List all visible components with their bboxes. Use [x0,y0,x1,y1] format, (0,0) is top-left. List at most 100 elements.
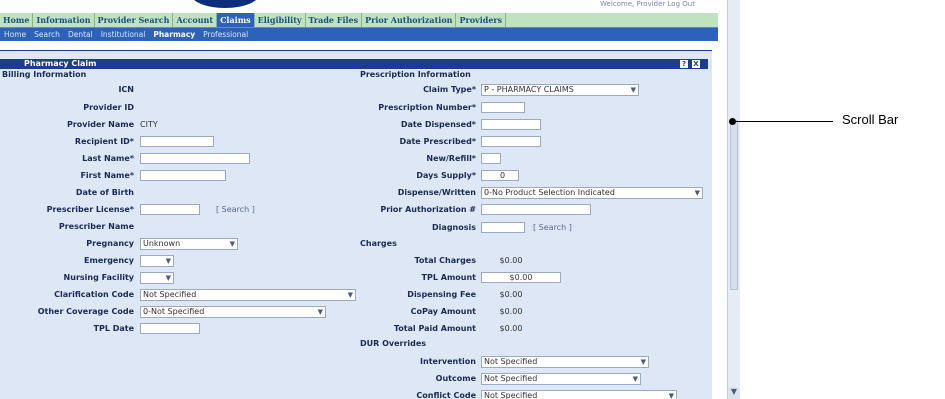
chevron-down-icon: ▼ [165,274,171,282]
diagnosis-label: Diagnosis [432,223,476,232]
dispense-written-value: 0-No Product Selection Indicated [484,188,615,197]
other-coverage-code-select[interactable]: 0-Not Specified ▼ [140,306,326,318]
tpl-date-input[interactable] [140,323,200,334]
total-charges-label: Total Charges [414,256,476,265]
claim-type-value: P - PHARMACY CLAIMS [484,85,574,94]
topnav-provider-search[interactable]: Provider Search [95,13,174,27]
prior-authorization-label: Prior Authorization # [380,205,476,214]
emergency-select[interactable]: ▼ [140,255,174,267]
subnav-home[interactable]: Home [0,28,30,41]
clarification-code-label: Clarification Code [54,290,134,299]
charges-heading: Charges [360,239,397,248]
recipient-id-input[interactable] [140,136,214,147]
total-charges-value: $0.00 [499,256,523,265]
logo-graphic [190,0,260,8]
scrollbar[interactable]: ▼ [727,0,740,399]
date-prescribed-label: Date Prescribed* [399,137,476,146]
subnav-professional[interactable]: Professional [199,28,252,41]
copay-amount-value: $0.00 [499,307,523,316]
subnav-search[interactable]: Search [30,28,64,41]
topnav-home[interactable]: Home [0,13,34,27]
subnav-dental[interactable]: Dental [64,28,97,41]
panel-title: Pharmacy Claim [24,59,97,68]
help-icon[interactable]: ? [680,60,688,68]
dispensing-fee-label: Dispensing Fee [407,290,476,299]
nursing-facility-label: Nursing Facility [63,273,134,282]
close-icon[interactable]: X [692,60,700,68]
provider-name-value: CITY [140,120,158,129]
claim-type-select[interactable]: P - PHARMACY CLAIMS ▼ [481,84,639,96]
subnav-pharmacy[interactable]: Pharmacy [149,28,199,41]
sub-navigation: Home Search Dental Institutional Pharmac… [0,28,718,41]
days-supply-input[interactable]: 0 [481,170,519,181]
copay-amount-label: CoPay Amount [410,307,476,316]
chevron-down-icon: ▼ [347,291,353,299]
subnav-institutional[interactable]: Institutional [97,28,150,41]
pharmacy-claim-panel: Pharmacy Claim ? X Billing Information I… [0,50,712,399]
claim-type-label: Claim Type* [423,85,476,94]
dur-overrides-heading: DUR Overrides [360,339,427,348]
new-refill-label: New/Refill* [426,154,476,163]
prescriber-search-link[interactable]: [ Search ] [216,205,255,214]
topnav-prior-authorization[interactable]: Prior Authorization [362,13,457,27]
topnav-trade-files[interactable]: Trade Files [306,13,363,27]
icn-label: ICN [118,85,134,94]
conflict-code-value: Not Specified [484,391,538,399]
new-refill-input[interactable] [481,153,501,164]
nursing-facility-select[interactable]: ▼ [140,272,174,284]
topnav-claims[interactable]: Claims [217,13,255,27]
last-name-input[interactable] [140,153,250,164]
other-coverage-code-label: Other Coverage Code [37,307,134,316]
outcome-label: Outcome [435,374,476,383]
scroll-bar-callout-label: Scroll Bar [842,112,899,127]
billing-heading: Billing Information [2,70,87,79]
other-coverage-code-value: 0-Not Specified [143,307,205,316]
chevron-down-icon: ▼ [632,375,638,383]
total-paid-amount-label: Total Paid Amount [393,324,476,333]
last-name-label: Last Name* [82,154,134,163]
date-dispensed-input[interactable] [481,119,541,130]
conflict-code-select[interactable]: Not Specified ▼ [481,390,677,399]
emergency-label: Emergency [84,256,134,265]
intervention-select[interactable]: Not Specified ▼ [481,356,649,368]
outcome-value: Not Specified [484,374,538,383]
chevron-down-icon: ▼ [317,308,323,316]
pregnancy-select[interactable]: Unknown ▼ [140,238,238,250]
clarification-code-select[interactable]: Not Specified ▼ [140,289,356,301]
panel-header: Pharmacy Claim ? X [0,59,708,69]
top-navigation: Home Information Provider Search Account… [0,13,718,28]
total-paid-amount-value: $0.00 [499,324,523,333]
date-prescribed-input[interactable] [481,136,541,147]
prior-authorization-input[interactable] [481,204,591,215]
prescription-heading: Prescription Information [360,70,471,79]
prescriber-license-label: Prescriber License* [46,205,134,214]
intervention-value: Not Specified [484,357,538,366]
outcome-select[interactable]: Not Specified ▼ [481,373,641,385]
diagnosis-input[interactable] [481,222,525,233]
conflict-code-label: Conflict Code [416,391,476,399]
first-name-input[interactable] [140,170,226,181]
prescriber-license-input[interactable] [140,204,200,215]
dispense-written-label: Dispense/Written [397,188,476,197]
topnav-eligibility[interactable]: Eligibility [255,13,306,27]
dispense-written-select[interactable]: 0-No Product Selection Indicated ▼ [481,187,703,199]
first-name-label: First Name* [80,171,134,180]
dispensing-fee-value: $0.00 [499,290,523,299]
chevron-down-icon: ▼ [694,189,700,197]
chevron-down-icon: ▼ [229,240,235,248]
prescription-number-label: Prescription Number* [378,103,476,112]
scrollbar-thumb[interactable] [730,120,738,290]
topnav-information[interactable]: Information [33,13,95,27]
topnav-providers[interactable]: Providers [456,13,507,27]
scroll-down-arrow-icon[interactable]: ▼ [728,387,740,399]
prescription-number-input[interactable] [481,102,525,113]
diagnosis-search-link[interactable]: [ Search ] [533,223,572,232]
provider-name-label: Provider Name [67,120,134,129]
header-user-links[interactable]: Welcome, Provider Log Out [600,0,695,8]
dob-label: Date of Birth [75,188,134,197]
date-dispensed-label: Date Dispensed* [400,120,476,129]
pregnancy-label: Pregnancy [86,239,134,248]
browser-content: Welcome, Provider Log Out Home Informati… [0,0,727,399]
topnav-account[interactable]: Account [173,13,218,27]
tpl-amount-input[interactable]: $0.00 [481,272,561,283]
